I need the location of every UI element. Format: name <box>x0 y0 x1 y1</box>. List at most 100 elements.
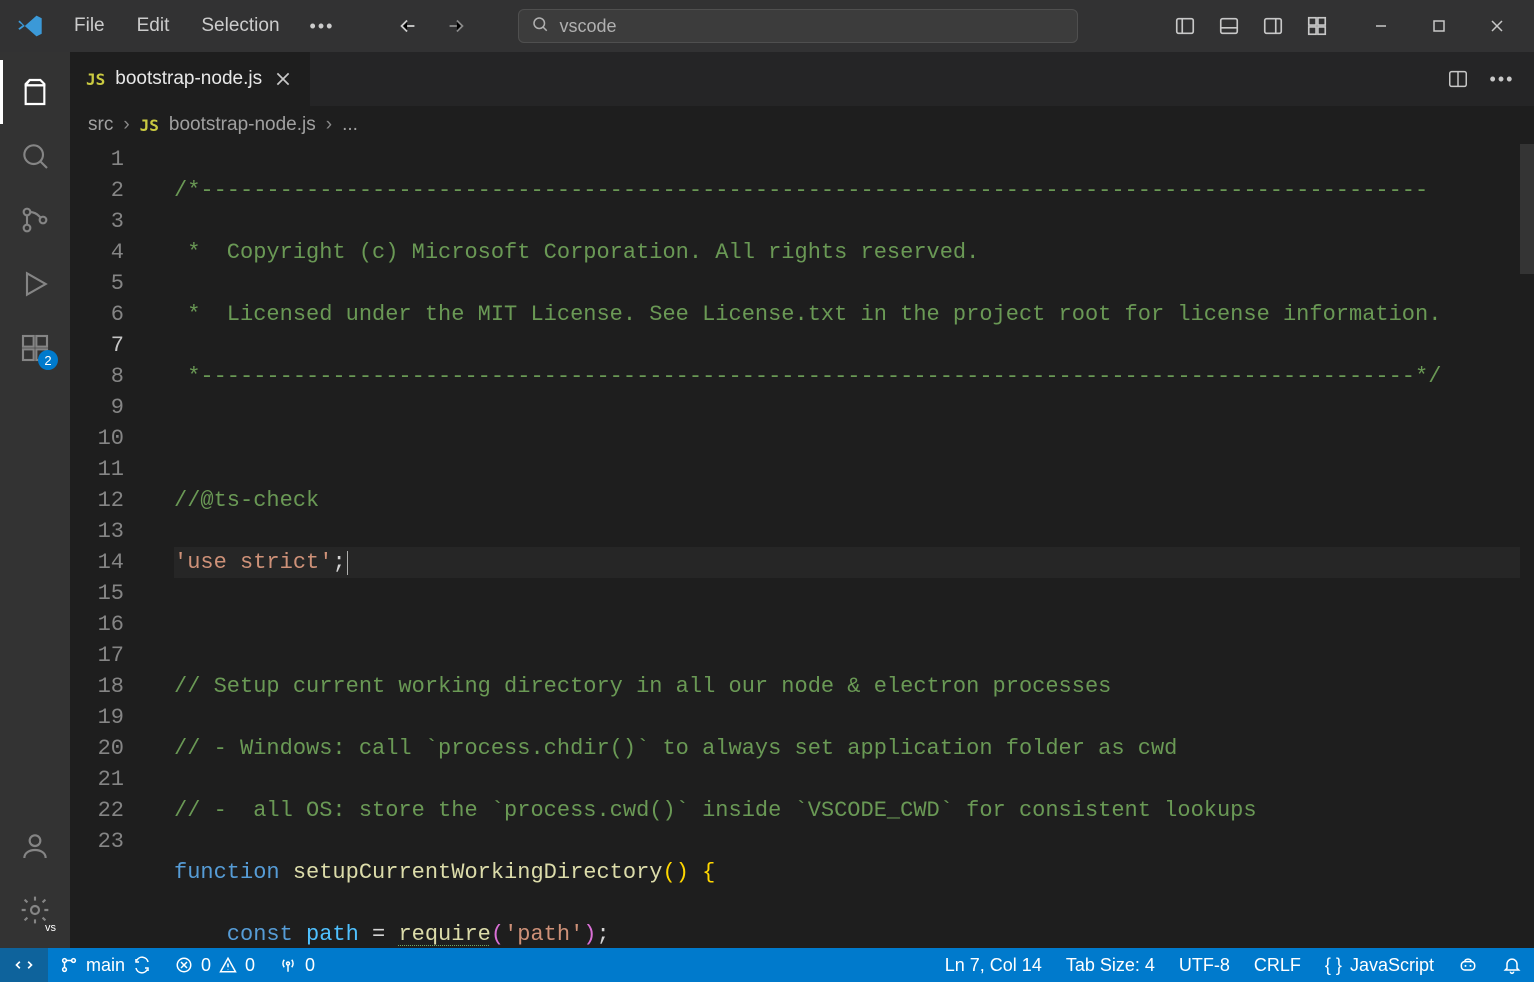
activity-search[interactable] <box>0 124 70 188</box>
line-number: 14 <box>70 547 124 578</box>
nav-forward-button[interactable] <box>438 8 474 44</box>
menu-file[interactable]: File <box>60 9 119 43</box>
chevron-right-icon: › <box>326 114 332 136</box>
code-text: 'path' <box>504 922 583 947</box>
tab-label: bootstrap-node.js <box>115 68 262 90</box>
tab-bootstrap-node[interactable]: JS bootstrap-node.js <box>70 52 310 106</box>
line-number: 11 <box>70 454 124 485</box>
status-notifications[interactable] <box>1490 955 1534 975</box>
code-text: /*--------------------------------------… <box>174 178 1428 203</box>
line-number: 9 <box>70 392 124 423</box>
line-number: 13 <box>70 516 124 547</box>
line-number: 21 <box>70 764 124 795</box>
branch-name: main <box>86 955 125 976</box>
settings-vs-badge: vs <box>45 922 56 934</box>
line-number: 15 <box>70 578 124 609</box>
text-cursor-icon <box>347 551 348 575</box>
warning-icon <box>219 956 237 974</box>
line-number: 22 <box>70 795 124 826</box>
status-problems[interactable]: 0 0 <box>163 948 267 982</box>
breadcrumbs[interactable]: src › JS bootstrap-node.js › ... <box>70 106 1534 144</box>
js-file-icon: JS <box>140 116 159 135</box>
breadcrumb-folder[interactable]: src <box>88 114 113 136</box>
radio-tower-icon <box>279 956 297 974</box>
copilot-icon <box>1458 955 1478 975</box>
code-content[interactable]: /*--------------------------------------… <box>150 144 1534 948</box>
activity-explorer[interactable] <box>0 60 70 124</box>
status-encoding[interactable]: UTF-8 <box>1167 955 1242 976</box>
minimize-button[interactable] <box>1352 3 1410 49</box>
tab-close-icon[interactable] <box>272 68 294 90</box>
line-number: 1 <box>70 144 124 175</box>
split-editor-icon[interactable] <box>1440 61 1476 97</box>
code-text: 'use strict' <box>174 550 332 575</box>
activity-run-debug[interactable] <box>0 252 70 316</box>
customize-layout-icon[interactable] <box>1298 7 1336 45</box>
vscode-logo-icon <box>16 12 44 40</box>
status-copilot[interactable] <box>1446 955 1490 975</box>
line-number: 6 <box>70 299 124 330</box>
line-number: 17 <box>70 640 124 671</box>
search-icon <box>531 15 549 38</box>
status-bar: main 0 0 0 Ln 7, Col 14 Tab Size: 4 UTF-… <box>0 948 1534 982</box>
code-text: { <box>689 860 715 885</box>
status-language[interactable]: { } JavaScript <box>1313 955 1446 976</box>
code-text: * Licensed under the MIT License. See Li… <box>174 302 1441 327</box>
line-number: 7 <box>70 330 124 361</box>
code-text: ; <box>332 550 345 575</box>
activity-bar: 2 vs <box>0 52 70 948</box>
extensions-badge: 2 <box>38 350 58 370</box>
line-number-gutter: 1234567891011121314151617181920212223 <box>70 144 150 948</box>
code-text: // - Windows: call `process.chdir()` to … <box>174 736 1177 761</box>
toggle-secondary-sidebar-icon[interactable] <box>1254 7 1292 45</box>
breadcrumb-file[interactable]: bootstrap-node.js <box>169 114 316 136</box>
maximize-button[interactable] <box>1410 3 1468 49</box>
layout-controls <box>1166 7 1336 45</box>
code-text: () <box>663 860 689 885</box>
activity-settings[interactable]: vs <box>0 878 70 942</box>
sync-icon <box>133 956 151 974</box>
js-file-icon: JS <box>86 70 105 89</box>
toggle-primary-sidebar-icon[interactable] <box>1166 7 1204 45</box>
status-ports[interactable]: 0 <box>267 948 327 982</box>
menu-more-icon[interactable]: ••• <box>298 10 347 43</box>
scrollbar-thumb[interactable] <box>1520 144 1534 274</box>
bell-icon <box>1502 955 1522 975</box>
status-cursor-position[interactable]: Ln 7, Col 14 <box>933 955 1054 976</box>
activity-source-control[interactable] <box>0 188 70 252</box>
line-number: 3 <box>70 206 124 237</box>
error-icon <box>175 956 193 974</box>
breadcrumb-more[interactable]: ... <box>342 114 358 136</box>
command-center[interactable]: vscode <box>518 9 1078 43</box>
close-button[interactable] <box>1468 3 1526 49</box>
remote-indicator[interactable] <box>0 948 48 982</box>
warning-count: 0 <box>245 955 255 976</box>
editor-tabs: JS bootstrap-node.js ••• <box>70 52 1534 106</box>
code-text: //@ts-check <box>174 488 319 513</box>
braces-icon: { } <box>1325 955 1342 976</box>
code-text: *---------------------------------------… <box>174 364 1441 389</box>
code-text: const <box>174 922 293 947</box>
code-editor[interactable]: 1234567891011121314151617181920212223 /*… <box>70 144 1534 948</box>
code-text: * Copyright (c) Microsoft Corporation. A… <box>174 240 979 265</box>
code-text: setupCurrentWorkingDirectory <box>280 860 663 885</box>
code-text: // - all OS: store the `process.cwd()` i… <box>174 798 1257 823</box>
ports-count: 0 <box>305 955 315 976</box>
activity-extensions[interactable]: 2 <box>0 316 70 380</box>
error-count: 0 <box>201 955 211 976</box>
toggle-panel-icon[interactable] <box>1210 7 1248 45</box>
menu-selection[interactable]: Selection <box>187 9 293 43</box>
vertical-scrollbar[interactable] <box>1520 144 1534 948</box>
menu-edit[interactable]: Edit <box>123 9 184 43</box>
editor-more-icon[interactable]: ••• <box>1484 61 1520 97</box>
code-text: // Setup current working directory in al… <box>174 674 1111 699</box>
code-text: ; <box>597 922 610 947</box>
activity-accounts[interactable] <box>0 814 70 878</box>
line-number: 8 <box>70 361 124 392</box>
line-number: 2 <box>70 175 124 206</box>
status-branch[interactable]: main <box>48 948 163 982</box>
nav-back-button[interactable] <box>390 8 426 44</box>
code-text: require <box>398 922 490 947</box>
status-indentation[interactable]: Tab Size: 4 <box>1054 955 1167 976</box>
status-eol[interactable]: CRLF <box>1242 955 1313 976</box>
